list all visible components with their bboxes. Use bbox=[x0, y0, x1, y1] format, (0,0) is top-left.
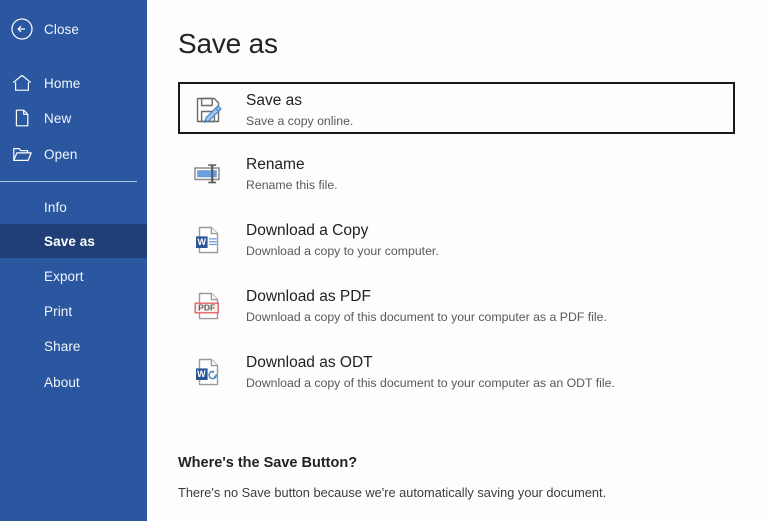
sidebar-item-home[interactable]: Home bbox=[0, 66, 147, 100]
sidebar-item-info-label: Info bbox=[44, 199, 67, 215]
svg-text:PDF: PDF bbox=[198, 303, 215, 313]
sidebar-item-new[interactable]: New bbox=[0, 101, 147, 135]
sidebar-item-save-as-label: Save as bbox=[44, 233, 95, 249]
pdf-document-icon: PDF bbox=[182, 280, 234, 332]
option-download-a-copy-text: Download a Copy Download a copy to your … bbox=[234, 214, 439, 266]
sidebar-item-open-label: Open bbox=[44, 146, 78, 162]
sidebar-item-close-label: Close bbox=[44, 21, 80, 37]
sidebar-item-export-label: Export bbox=[44, 268, 84, 284]
save-button-info-body: There's no Save button because we're aut… bbox=[178, 485, 607, 500]
sidebar-inner: Close Home New Open Info Save as Export … bbox=[0, 0, 147, 521]
sidebar-item-export[interactable]: Export bbox=[0, 259, 147, 293]
sidebar: Close Home New Open Info Save as Export … bbox=[0, 0, 147, 521]
sidebar-item-about-label: About bbox=[44, 374, 80, 390]
option-download-as-odt[interactable]: W Download as ODT Download a copy of thi… bbox=[178, 346, 735, 398]
option-rename-title: Rename bbox=[246, 155, 305, 173]
rename-textbox-icon bbox=[182, 148, 234, 200]
option-download-as-pdf[interactable]: PDF Download as PDF Download a copy of t… bbox=[178, 280, 735, 332]
save-as-options-list: Save as Save a copy online. Rename Renam… bbox=[178, 82, 735, 398]
svg-text:W: W bbox=[197, 369, 206, 379]
option-download-as-odt-subtitle: Download a copy of this document to your… bbox=[246, 375, 615, 390]
sidebar-item-close[interactable]: Close bbox=[0, 12, 147, 46]
page-title: Save as bbox=[178, 28, 278, 59]
option-rename[interactable]: Rename Rename this file. bbox=[178, 148, 735, 200]
option-spacer bbox=[178, 332, 735, 346]
save-button-info-section: Where's the Save Button? There's no Save… bbox=[178, 453, 768, 502]
sidebar-item-share[interactable]: Share bbox=[0, 329, 147, 363]
option-download-as-pdf-subtitle: Download a copy of this document to your… bbox=[246, 309, 607, 324]
home-icon bbox=[0, 72, 44, 94]
word-document-icon: W bbox=[182, 214, 234, 266]
save-button-info-heading: Where's the Save Button? bbox=[178, 455, 358, 471]
sidebar-item-open[interactable]: Open bbox=[0, 137, 147, 171]
option-save-as-title: Save as bbox=[246, 91, 303, 109]
option-download-as-odt-title: Download as ODT bbox=[246, 353, 373, 371]
option-spacer bbox=[178, 200, 735, 214]
new-document-icon bbox=[0, 107, 44, 129]
option-download-as-pdf-text: Download as PDF Download a copy of this … bbox=[234, 280, 607, 332]
option-download-a-copy-title: Download a Copy bbox=[246, 221, 369, 239]
option-save-as-text: Save as Save a copy online. bbox=[234, 84, 353, 136]
option-download-as-odt-text: Download as ODT Download a copy of this … bbox=[234, 346, 615, 398]
sidebar-item-share-label: Share bbox=[44, 338, 81, 354]
option-save-as-subtitle: Save a copy online. bbox=[246, 113, 354, 128]
backstage-view: Close Home New Open Info Save as Export … bbox=[0, 0, 768, 521]
odt-document-icon: W bbox=[182, 346, 234, 398]
floppy-disk-pencil-icon bbox=[182, 84, 234, 136]
option-download-as-pdf-title: Download as PDF bbox=[246, 287, 371, 305]
option-spacer bbox=[178, 266, 735, 280]
option-download-a-copy-subtitle: Download a copy to your computer. bbox=[246, 243, 439, 258]
option-rename-text: Rename Rename this file. bbox=[234, 148, 338, 200]
main-content: Save as Save as Save a copy online. Rena… bbox=[147, 0, 768, 521]
option-rename-subtitle: Rename this file. bbox=[246, 177, 338, 192]
sidebar-item-save-as[interactable]: Save as bbox=[0, 224, 147, 258]
sidebar-item-new-label: New bbox=[44, 110, 72, 126]
sidebar-item-info[interactable]: Info bbox=[0, 190, 147, 224]
option-save-as[interactable]: Save as Save a copy online. bbox=[178, 82, 735, 134]
sidebar-item-print[interactable]: Print bbox=[0, 294, 147, 328]
back-circle-arrow-icon bbox=[0, 17, 44, 41]
open-folder-icon bbox=[0, 143, 44, 165]
sidebar-item-about[interactable]: About bbox=[0, 365, 147, 399]
option-download-a-copy[interactable]: W Download a Copy Download a copy to you… bbox=[178, 214, 735, 266]
sidebar-item-print-label: Print bbox=[44, 303, 73, 319]
option-spacer bbox=[178, 134, 735, 148]
sidebar-item-home-label: Home bbox=[44, 75, 81, 91]
svg-text:W: W bbox=[198, 237, 207, 247]
sidebar-divider bbox=[0, 181, 137, 182]
